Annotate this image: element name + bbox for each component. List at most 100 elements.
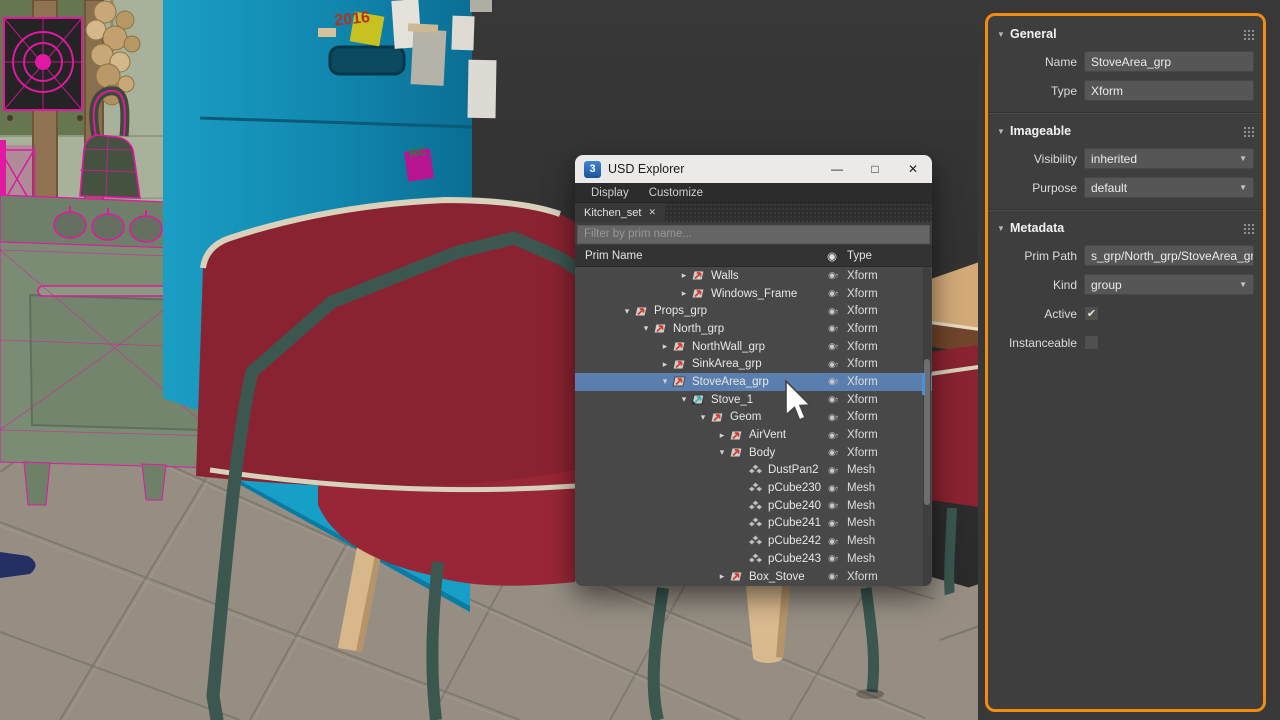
- drag-handle-icon[interactable]: [1243, 29, 1254, 40]
- tree-row[interactable]: ▸ Walls ◉↑Xform: [575, 267, 932, 285]
- dropdown-field[interactable]: group▼: [1084, 274, 1254, 295]
- tree-row[interactable]: ▾Geom◉↑Xform: [575, 409, 932, 427]
- expander-icon[interactable]: ▾: [658, 376, 672, 387]
- menu-customize[interactable]: Customize: [641, 187, 711, 199]
- prim-type-label: Xform: [847, 270, 878, 282]
- tab-close-icon[interactable]: ✕: [648, 207, 656, 218]
- expander-icon[interactable]: ▸: [715, 571, 729, 582]
- filter-input[interactable]: [577, 225, 930, 244]
- tree-row[interactable]: ▾Props_grp◉↑Xform: [575, 302, 932, 320]
- visibility-icon[interactable]: ◉↑: [821, 288, 845, 299]
- visibility-icon[interactable]: ◉↑: [821, 571, 845, 582]
- tree-row[interactable]: pCube243◉↑Mesh: [575, 550, 932, 568]
- prim-name-label: DustPan2: [768, 464, 819, 476]
- menu-display[interactable]: Display: [583, 187, 637, 199]
- text-field[interactable]: Xform: [1084, 80, 1254, 101]
- dropdown-field[interactable]: default▼: [1084, 177, 1254, 198]
- text-field[interactable]: StoveArea_grp: [1084, 51, 1254, 72]
- drag-handle-icon[interactable]: [1243, 126, 1254, 137]
- tab-kitchen-set[interactable]: Kitchen_set ✕: [575, 203, 665, 222]
- checkbox-field[interactable]: [1084, 335, 1099, 350]
- drag-handle-icon[interactable]: [1243, 223, 1254, 234]
- column-prim-name[interactable]: Prim Name: [575, 250, 643, 262]
- visibility-icon[interactable]: ◉↑: [821, 376, 845, 387]
- dropdown-field[interactable]: inherited▼: [1084, 148, 1254, 169]
- visibility-icon[interactable]: ◉↑: [821, 518, 845, 529]
- field-label: Name: [988, 55, 1084, 69]
- expander-icon[interactable]: ▸: [715, 430, 729, 441]
- visibility-icon[interactable]: ◉↑: [821, 500, 845, 511]
- checkbox-field[interactable]: ✔: [1084, 306, 1099, 321]
- visibility-icon[interactable]: ◉↑: [821, 394, 845, 405]
- tree-row[interactable]: ▸SinkArea_grp◉↑Xform: [575, 355, 932, 373]
- visibility-icon[interactable]: ◉↑: [821, 465, 845, 476]
- visibility-icon[interactable]: ◉↑: [821, 270, 845, 281]
- tree-row[interactable]: ▾Body◉↑Xform: [575, 444, 932, 462]
- eye-arrow-glyph: ↑: [835, 466, 838, 475]
- expander-icon[interactable]: ▸: [677, 288, 691, 299]
- mesh-icon: [748, 535, 764, 548]
- tree-scrollbar[interactable]: [923, 267, 931, 586]
- section-header-imageable[interactable]: ▼Imageable: [988, 118, 1263, 144]
- expander-icon[interactable]: ▾: [639, 323, 653, 334]
- desktop: 2016 RC 3 USD Ex: [0, 0, 1280, 720]
- tree-row[interactable]: ▾North_grp◉↑Xform: [575, 320, 932, 338]
- tree-row[interactable]: ▾StoveArea_grp◉↑Xform: [575, 373, 932, 391]
- visibility-icon[interactable]: ◉↑: [821, 306, 845, 317]
- visibility-icon[interactable]: ◉↑: [821, 483, 845, 494]
- air-vent-3d[interactable]: [4, 18, 82, 110]
- tree-row[interactable]: DustPan2◉↑Mesh: [575, 462, 932, 480]
- visibility-icon[interactable]: ◉↑: [821, 412, 845, 423]
- text-field[interactable]: s_grp/North_grp/StoveArea_grp: [1084, 245, 1254, 266]
- eye-arrow-glyph: ↑: [835, 271, 838, 280]
- expander-icon[interactable]: ▸: [658, 341, 672, 352]
- section-collapse-icon[interactable]: ▼: [997, 224, 1010, 233]
- visibility-icon[interactable]: ◉↑: [821, 553, 845, 564]
- tree-row[interactable]: pCube240◉↑Mesh: [575, 497, 932, 515]
- tree-row[interactable]: ▸AirVent◉↑Xform: [575, 426, 932, 444]
- tree-row[interactable]: ▸Box_Stove◉↑Xform: [575, 568, 932, 586]
- visibility-icon[interactable]: ◉↑: [821, 430, 845, 441]
- tree-row[interactable]: ▸NorthWall_grp◉↑Xform: [575, 338, 932, 356]
- eye-glyph: ◉: [828, 518, 835, 528]
- eye-glyph: ◉: [828, 465, 835, 475]
- tree-row[interactable]: pCube242◉↑Mesh: [575, 532, 932, 550]
- expander-icon[interactable]: ▾: [677, 394, 691, 405]
- tree-row[interactable]: pCube230◉↑Mesh: [575, 479, 932, 497]
- prim-type-label: Xform: [847, 447, 878, 459]
- eye-arrow-glyph: ↑: [835, 395, 838, 404]
- mesh-icon: [748, 482, 764, 495]
- visibility-icon[interactable]: ◉↑: [821, 359, 845, 370]
- section-header-metadata[interactable]: ▼Metadata: [988, 215, 1263, 241]
- column-type[interactable]: Type: [847, 250, 872, 262]
- eye-glyph: ◉: [828, 323, 835, 333]
- close-button[interactable]: ✕: [894, 155, 932, 183]
- expander-icon[interactable]: ▸: [677, 270, 691, 281]
- maximize-button[interactable]: □: [856, 155, 894, 183]
- section-collapse-icon[interactable]: ▼: [997, 127, 1010, 136]
- section-collapse-icon[interactable]: ▼: [997, 30, 1010, 39]
- tree-row[interactable]: ▾Stove_1◉↑Xform: [575, 391, 932, 409]
- eye-glyph: ◉: [828, 376, 835, 386]
- check-icon: ✔: [1087, 307, 1096, 320]
- visibility-column-icon[interactable]: ◉: [821, 249, 843, 263]
- visibility-icon[interactable]: ◉↑: [821, 447, 845, 458]
- tree-column-header: Prim Name ◉ Type: [575, 245, 932, 267]
- visibility-icon[interactable]: ◉↑: [821, 323, 845, 334]
- visibility-icon[interactable]: ◉↑: [821, 536, 845, 547]
- tree-row[interactable]: ▸Windows_Frame◉↑Xform: [575, 285, 932, 303]
- expander-icon[interactable]: ▾: [696, 412, 710, 423]
- prim-type-label: Mesh: [847, 535, 875, 547]
- section-header-general[interactable]: ▼General: [988, 21, 1263, 47]
- window-titlebar[interactable]: 3 USD Explorer — □ ✕: [575, 155, 932, 183]
- expander-icon[interactable]: ▸: [658, 359, 672, 370]
- xform-icon: [653, 322, 669, 335]
- prim-type-label: Xform: [847, 376, 878, 388]
- visibility-icon[interactable]: ◉↑: [821, 341, 845, 352]
- tree-row[interactable]: pCube241◉↑Mesh: [575, 515, 932, 533]
- minimize-button[interactable]: —: [818, 155, 856, 183]
- expander-icon[interactable]: ▾: [715, 447, 729, 458]
- prim-type-label: Mesh: [847, 500, 875, 512]
- expander-icon[interactable]: ▾: [620, 306, 634, 317]
- prim-name-label: Walls: [711, 270, 739, 282]
